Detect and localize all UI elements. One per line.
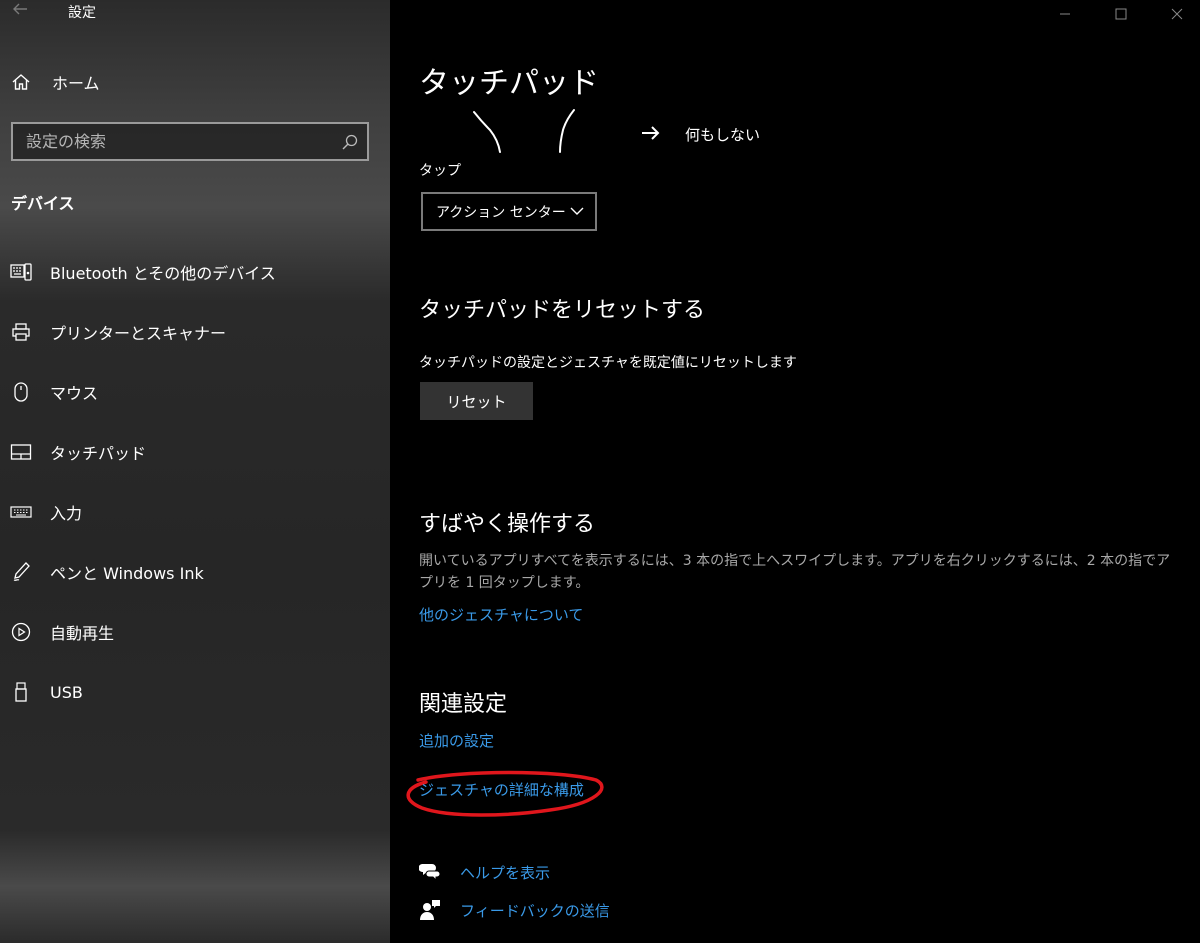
reset-button[interactable]: リセット xyxy=(420,382,533,420)
gesture-swipe-icon xyxy=(473,109,575,153)
home-icon xyxy=(10,71,32,93)
sidebar-item-label: プリンターとスキャナー xyxy=(50,324,227,343)
feedback-link[interactable]: フィードバックの送信 xyxy=(419,898,610,922)
keyboard-icon xyxy=(10,501,32,523)
sidebar-item-autoplay[interactable]: 自動再生 xyxy=(0,612,390,652)
section-heading: デバイス xyxy=(11,194,75,213)
usb-icon xyxy=(10,681,32,703)
quick-actions-description: 開いているアプリすべてを表示するには、3 本の指で上へスワイプします。アプリを右… xyxy=(419,553,1171,591)
quick-actions-heading: すばやく操作する xyxy=(419,512,596,537)
sidebar-item-label: USB xyxy=(50,682,83,702)
advanced-gesture-config-link[interactable]: ジェスチャの詳細な構成 xyxy=(419,779,584,800)
sidebar-item-label: ペンと Windows Ink xyxy=(50,564,204,583)
sidebar-item-bluetooth[interactable]: Bluetooth とその他のデバイス xyxy=(0,252,390,292)
app-title: 設定 xyxy=(68,5,96,21)
sidebar-item-usb[interactable]: USB xyxy=(0,672,390,712)
pen-icon xyxy=(10,561,32,583)
sidebar-item-home[interactable]: ホーム xyxy=(0,62,390,102)
sidebar-item-label: 自動再生 xyxy=(50,624,115,643)
sidebar-item-touchpad[interactable]: タッチパッド xyxy=(0,432,390,472)
reset-heading: タッチパッドをリセットする xyxy=(419,298,706,323)
sidebar-item-printers[interactable]: プリンターとスキャナー xyxy=(0,312,390,352)
tap-action-dropdown[interactable]: アクション センター xyxy=(421,192,597,231)
sidebar-item-label: タッチパッド xyxy=(50,444,147,463)
sidebar-item-input[interactable]: 入力 xyxy=(0,492,390,532)
feedback-person-icon xyxy=(420,900,440,920)
help-label: ヘルプを表示 xyxy=(460,863,551,882)
autoplay-icon xyxy=(10,621,32,643)
reset-description: タッチパッドの設定とジェスチャを既定値にリセットします xyxy=(419,355,797,371)
sidebar-item-pen[interactable]: ペンと Windows Ink xyxy=(0,552,390,592)
back-arrow-icon[interactable] xyxy=(8,0,32,24)
help-chat-icon xyxy=(419,864,441,882)
sidebar-item-label: ホーム xyxy=(52,74,100,93)
sidebar-item-mouse[interactable]: マウス xyxy=(0,372,390,412)
minimize-icon[interactable] xyxy=(1042,0,1088,28)
search-input[interactable] xyxy=(26,126,326,157)
tap-label: タップ xyxy=(419,163,461,179)
help-link[interactable]: ヘルプを表示 xyxy=(419,860,550,884)
search-icon[interactable] xyxy=(341,133,359,151)
search-box[interactable] xyxy=(11,122,369,161)
mouse-icon xyxy=(10,381,32,403)
close-icon[interactable] xyxy=(1154,0,1200,28)
bluetooth-devices-icon xyxy=(10,261,32,283)
arrow-right-icon xyxy=(642,126,660,140)
printer-icon xyxy=(10,321,32,343)
touchpad-icon xyxy=(10,441,32,463)
related-settings-heading: 関連設定 xyxy=(419,692,508,717)
more-gestures-link[interactable]: 他のジェスチャについて xyxy=(419,604,583,625)
maximize-icon[interactable] xyxy=(1098,0,1144,28)
chevron-down-icon xyxy=(570,207,584,215)
sidebar: 設定 ホーム デバイス Bluetooth とその他のデバイス プリンターとスキ… xyxy=(0,0,390,943)
feedback-label: フィードバックの送信 xyxy=(460,901,610,920)
gesture-result: 何もしない xyxy=(685,126,761,144)
main-content: タッチパッド 何もしない タップ アクション センター タッチパッドをリセットす… xyxy=(390,0,1200,943)
page-title: タッチパッド xyxy=(419,66,599,101)
sidebar-item-label: 入力 xyxy=(50,504,83,523)
sidebar-item-label: Bluetooth とその他のデバイス xyxy=(50,264,276,283)
additional-settings-link[interactable]: 追加の設定 xyxy=(419,730,494,751)
sidebar-item-label: マウス xyxy=(50,384,99,403)
dropdown-value: アクション センター xyxy=(436,204,566,221)
